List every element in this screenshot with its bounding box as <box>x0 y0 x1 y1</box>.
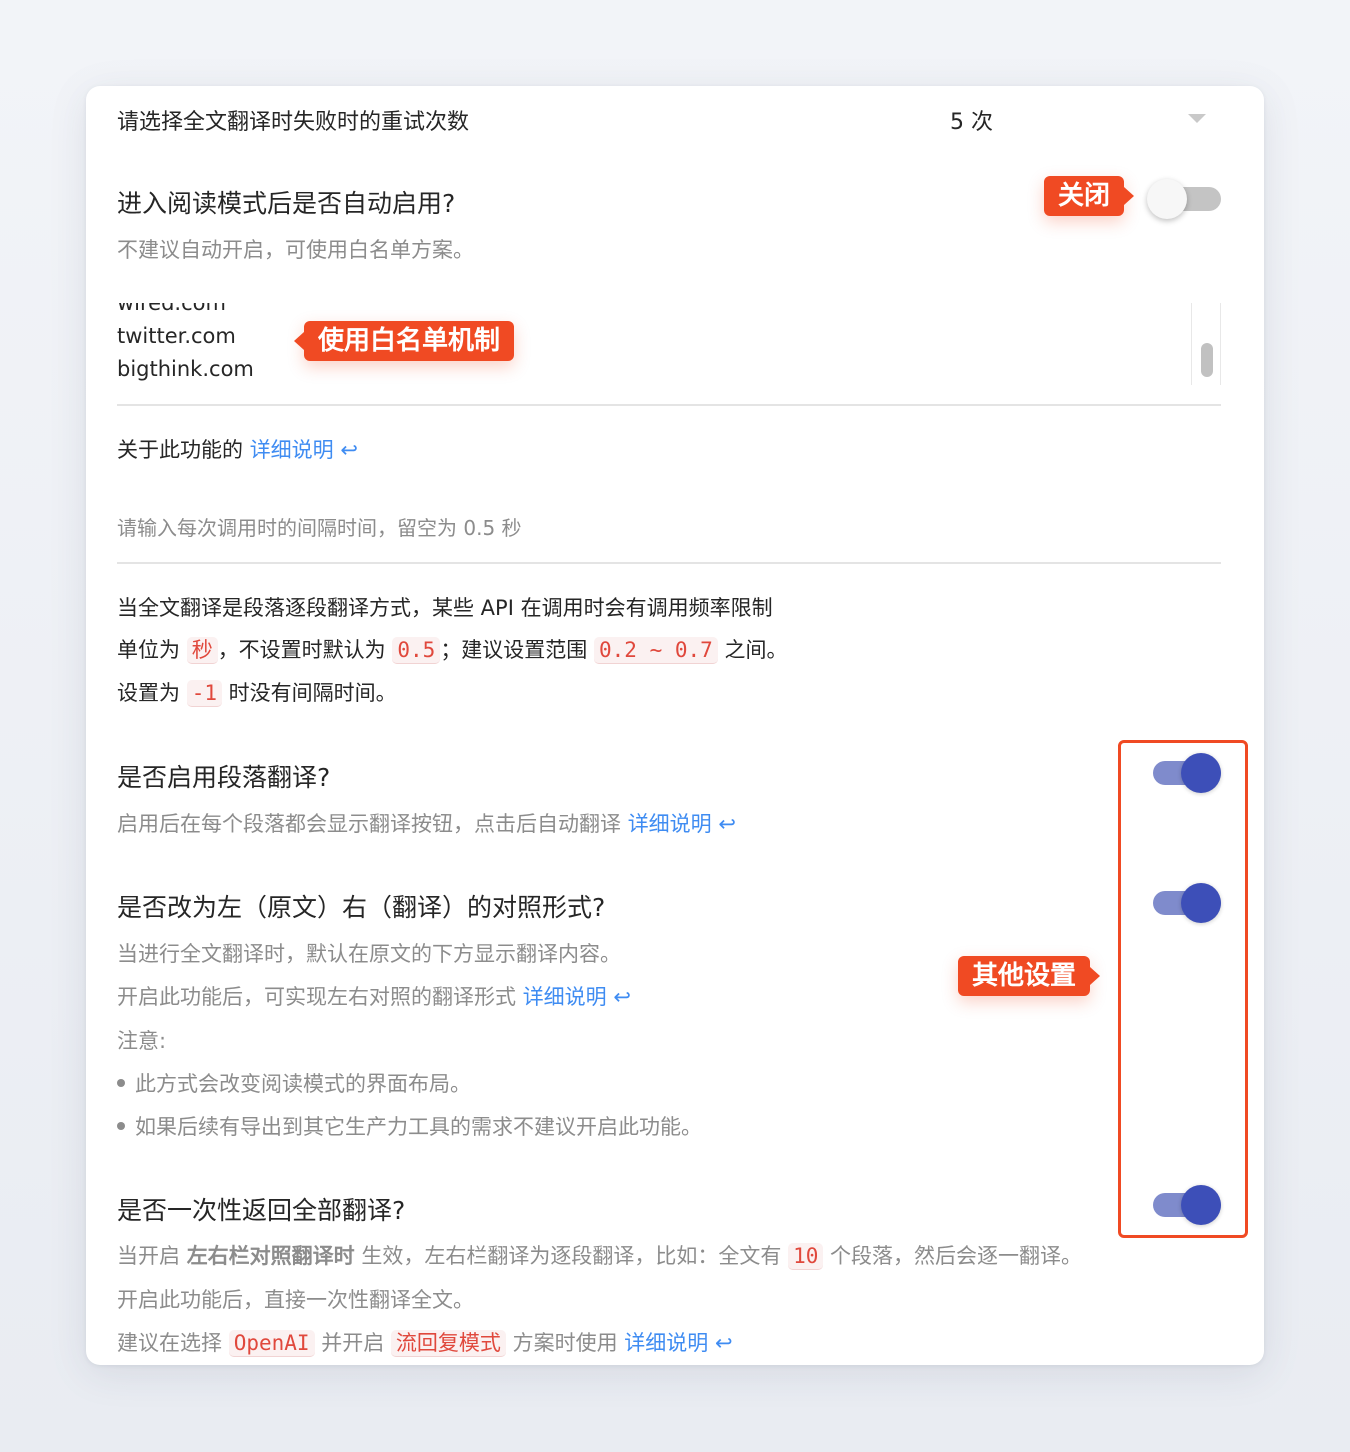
text: 方案时使用 <box>512 1331 618 1355</box>
text: 开启此功能后，可实现左右对照的翻译形式 <box>117 985 516 1009</box>
bold-text: 左右栏对照翻译时 <box>186 1244 355 1268</box>
text: 单位为 <box>117 638 180 662</box>
note-bullet: 此方式会改变阅读模式的界面布局。 <box>117 1068 471 1098</box>
return-arrow-icon: ↩ <box>613 985 631 1009</box>
whitelist-scrollbar[interactable] <box>1191 303 1221 385</box>
detail-link[interactable]: 详细说明 ↩ <box>523 985 631 1009</box>
divider <box>117 562 1221 564</box>
about-link-text: 详细说明 <box>249 438 334 462</box>
interval-input[interactable]: 请输入每次调用时的间隔时间，留空为 0.5 秒 <box>117 506 1221 550</box>
inline-code: 流回复模式 <box>390 1330 506 1357</box>
detail-link[interactable]: 详细说明 ↩ <box>624 1331 732 1355</box>
link-text: 详细说明 <box>522 985 607 1009</box>
paragraph-translate-title: 是否启用段落翻译? <box>117 763 331 792</box>
text: 并开启 <box>321 1331 385 1355</box>
interval-placeholder: 请输入每次调用时的间隔时间，留空为 0.5 秒 <box>117 516 522 540</box>
chevron-down-icon <box>1188 114 1206 123</box>
text: 建议在选择 <box>117 1331 222 1355</box>
text: 当开启 <box>117 1244 180 1268</box>
text: ；建议设置范围 <box>440 638 588 662</box>
scrollbar-thumb[interactable] <box>1201 343 1213 377</box>
interval-desc-line3: 设置为 -1 时没有间隔时间。 <box>117 677 397 707</box>
about-prefix: 关于此功能的 <box>117 438 243 462</box>
bullet-dot <box>117 1122 125 1130</box>
return-arrow-icon: ↩ <box>714 1331 733 1355</box>
highlight-box <box>1118 740 1248 1238</box>
text: 如果后续有导出到其它生产力工具的需求不建议开启此功能。 <box>135 1115 702 1139</box>
all-at-once-desc3: 建议在选择 OpenAI 并开启 流回复模式 方案时使用 详细说明 ↩ <box>117 1327 733 1357</box>
text: 设置为 <box>117 681 180 705</box>
side-by-side-title: 是否改为左（原文）右（翻译）的对照形式? <box>117 893 606 922</box>
inline-code: -1 <box>186 680 222 707</box>
retry-select-value: 5 次 <box>950 110 993 135</box>
whitelist-item: bigthink.com <box>117 357 254 381</box>
text: 个段落，然后会逐一翻译。 <box>830 1244 1083 1268</box>
detail-link[interactable]: 详细说明 ↩ <box>628 812 736 836</box>
paragraph-translate-desc: 启用后在每个段落都会显示翻译按钮，点击后自动翻译 详细说明 ↩ <box>117 808 736 838</box>
text: 此方式会改变阅读模式的界面布局。 <box>135 1072 471 1096</box>
whitelist-textarea[interactable]: wired.com twitter.com bigthink.com <box>117 303 1187 385</box>
inline-code: 0.5 <box>392 637 441 664</box>
note-bullet: 如果后续有导出到其它生产力工具的需求不建议开启此功能。 <box>117 1111 702 1141</box>
text: ，不设置时默认为 <box>217 638 386 662</box>
retry-label: 请选择全文翻译时失败时的重试次数 <box>117 110 470 135</box>
about-detail-link[interactable]: 详细说明 ↩ <box>250 438 358 462</box>
whitelist-item: wired.com <box>117 303 226 315</box>
auto-enable-toggle[interactable] <box>1147 179 1221 219</box>
interval-desc-line1: 当全文翻译是段落逐段翻译方式，某些 API 在调用时会有调用频率限制 <box>117 596 773 620</box>
text: 之间。 <box>724 638 788 662</box>
auto-enable-title: 进入阅读模式后是否自动启用? <box>117 189 456 218</box>
bullet-dot <box>117 1079 125 1087</box>
text: 时没有间隔时间。 <box>228 681 397 705</box>
inline-code: 10 <box>788 1243 824 1270</box>
callout-close: 关闭 <box>1044 176 1135 216</box>
link-text: 详细说明 <box>627 812 712 836</box>
auto-enable-desc: 不建议自动开启，可使用白名单方案。 <box>117 238 474 262</box>
return-arrow-icon: ↩ <box>340 438 358 462</box>
interval-desc-line2: 单位为 秒，不设置时默认为 0.5 ；建议设置范围 0.2 ~ 0.7 之间。 <box>117 634 787 664</box>
text: 生效，左右栏翻译为逐段翻译，比如：全文有 <box>361 1244 782 1268</box>
inline-code: 0.2 ~ 0.7 <box>594 637 718 664</box>
settings-card: 请选择全文翻译时失败时的重试次数 5 次 进入阅读模式后是否自动启用? 不建议自… <box>86 86 1264 1365</box>
inline-code: OpenAI <box>228 1330 315 1357</box>
text: 启用后在每个段落都会显示翻译按钮，点击后自动翻译 <box>117 812 621 836</box>
return-arrow-icon: ↩ <box>718 812 736 836</box>
about-line: 关于此功能的 详细说明 ↩ <box>117 434 358 464</box>
whitelist-item: twitter.com <box>117 324 236 348</box>
all-at-once-desc1: 当开启 左右栏对照翻译时 生效，左右栏翻译为逐段翻译，比如：全文有 10 个段落… <box>117 1240 1082 1270</box>
callout-whitelist: 使用白名单机制 <box>293 321 515 361</box>
link-text: 详细说明 <box>624 1331 709 1355</box>
divider <box>117 404 1221 406</box>
all-at-once-title: 是否一次性返回全部翻译? <box>117 1196 406 1225</box>
inline-code: 秒 <box>186 637 218 664</box>
side-by-side-desc1: 当进行全文翻译时，默认在原文的下方显示翻译内容。 <box>117 942 621 966</box>
toggle-knob <box>1147 179 1187 219</box>
note-label: 注意: <box>117 1029 167 1053</box>
callout-other-settings: 其他设置 <box>958 956 1101 996</box>
all-at-once-desc2: 开启此功能后，直接一次性翻译全文。 <box>117 1288 474 1312</box>
retry-select[interactable]: 5 次 <box>926 98 1226 138</box>
side-by-side-desc2: 开启此功能后，可实现左右对照的翻译形式 详细说明 ↩ <box>117 981 631 1011</box>
